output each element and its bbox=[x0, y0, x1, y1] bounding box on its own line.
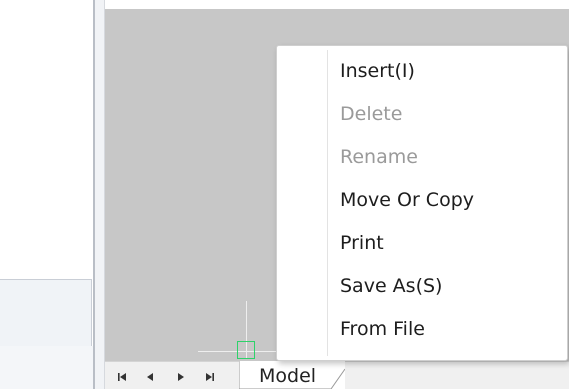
canvas-top-strip bbox=[105, 0, 569, 9]
panel-splitter-gap bbox=[95, 0, 104, 389]
next-sheet-button[interactable] bbox=[172, 369, 190, 385]
prev-sheet-button[interactable] bbox=[141, 369, 159, 385]
left-panel-footer bbox=[0, 346, 93, 389]
menu-item-print[interactable]: Print bbox=[277, 222, 567, 264]
menu-item-label: Rename bbox=[340, 146, 418, 168]
last-sheet-button[interactable] bbox=[201, 369, 219, 385]
menu-item-label: Insert(I) bbox=[340, 60, 415, 82]
prev-sheet-icon bbox=[147, 373, 153, 381]
menu-item-label: Move Or Copy bbox=[340, 189, 474, 211]
last-sheet-icon bbox=[206, 373, 214, 381]
context-menu: Insert(I) Delete Rename Move Or Copy Pri… bbox=[276, 45, 568, 361]
menu-item-from-file[interactable]: From File bbox=[277, 308, 567, 350]
menu-item-insert[interactable]: Insert(I) bbox=[277, 50, 567, 92]
menu-item-save-as[interactable]: Save As(S) bbox=[277, 265, 567, 307]
first-sheet-button[interactable] bbox=[113, 369, 131, 385]
menu-item-move-or-copy[interactable]: Move Or Copy bbox=[277, 179, 567, 221]
menu-item-label: Print bbox=[340, 232, 384, 254]
cursor-pickbox bbox=[237, 341, 255, 359]
next-sheet-icon bbox=[178, 373, 184, 381]
menu-item-rename: Rename bbox=[277, 136, 567, 178]
first-sheet-icon bbox=[118, 373, 126, 381]
menu-item-label: Delete bbox=[340, 103, 403, 125]
menu-item-label: From File bbox=[340, 318, 425, 340]
menu-item-label: Save As(S) bbox=[340, 275, 443, 297]
left-panel-box bbox=[0, 279, 92, 347]
tab-model-label: Model bbox=[259, 365, 317, 387]
menu-item-delete: Delete bbox=[277, 93, 567, 135]
